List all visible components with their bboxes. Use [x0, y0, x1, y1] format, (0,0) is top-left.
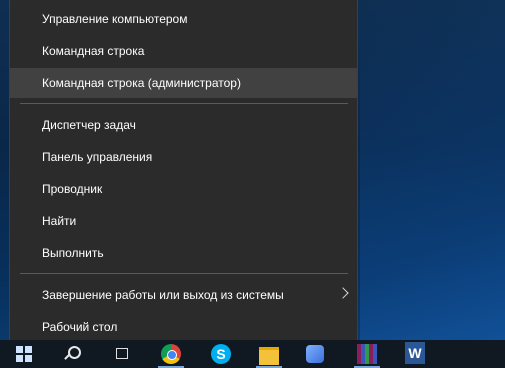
paint-icon[interactable]: [302, 340, 328, 368]
menu-item-label: Найти: [42, 214, 77, 228]
menu-item-control-panel[interactable]: Панель управления: [10, 142, 357, 172]
menu-item-label: Диспетчер задач: [42, 118, 136, 132]
skype-icon[interactable]: S: [208, 340, 234, 368]
search-icon[interactable]: [60, 340, 88, 368]
winx-context-menu: Управление компьютером Командная строка …: [9, 0, 358, 347]
menu-item-search[interactable]: Найти: [10, 206, 357, 236]
menu-item-computer-management[interactable]: Управление компьютером: [10, 4, 357, 34]
start-button[interactable]: [0, 340, 48, 368]
task-view-icon[interactable]: [108, 340, 136, 368]
menu-item-label: Командная строка: [42, 44, 145, 58]
menu-item-label: Командная строка (администратор): [42, 76, 241, 90]
menu-item-label: Панель управления: [42, 150, 153, 164]
menu-separator: [20, 273, 348, 274]
menu-item-command-prompt[interactable]: Командная строка: [10, 36, 357, 66]
windows-start-icon: [16, 346, 32, 362]
menu-item-label: Завершение работы или выход из системы: [42, 288, 284, 302]
chevron-right-icon: [337, 287, 349, 299]
menu-separator: [20, 103, 348, 104]
word-glyph: W: [405, 342, 425, 364]
menu-item-label: Проводник: [42, 182, 103, 196]
taskbar: S W: [0, 340, 505, 368]
menu-item-desktop[interactable]: Рабочий стол: [10, 312, 357, 342]
chrome-icon[interactable]: [158, 340, 184, 368]
menu-item-task-manager[interactable]: Диспетчер задач: [10, 110, 357, 140]
winrar-icon[interactable]: [354, 340, 380, 368]
word-icon[interactable]: W: [402, 340, 428, 368]
menu-item-label: Управление компьютером: [42, 12, 188, 26]
menu-item-label: Рабочий стол: [42, 320, 118, 334]
file-explorer-icon[interactable]: [256, 340, 282, 368]
skype-glyph: S: [211, 344, 231, 364]
desktop-wallpaper: [360, 0, 505, 340]
menu-item-shutdown-signout[interactable]: Завершение работы или выход из системы: [10, 280, 357, 310]
desktop: Управление компьютером Командная строка …: [0, 0, 505, 368]
menu-item-file-explorer[interactable]: Проводник: [10, 174, 357, 204]
menu-item-command-prompt-admin[interactable]: Командная строка (администратор): [10, 68, 357, 98]
menu-item-label: Выполнить: [42, 246, 104, 260]
menu-item-run[interactable]: Выполнить: [10, 238, 357, 268]
